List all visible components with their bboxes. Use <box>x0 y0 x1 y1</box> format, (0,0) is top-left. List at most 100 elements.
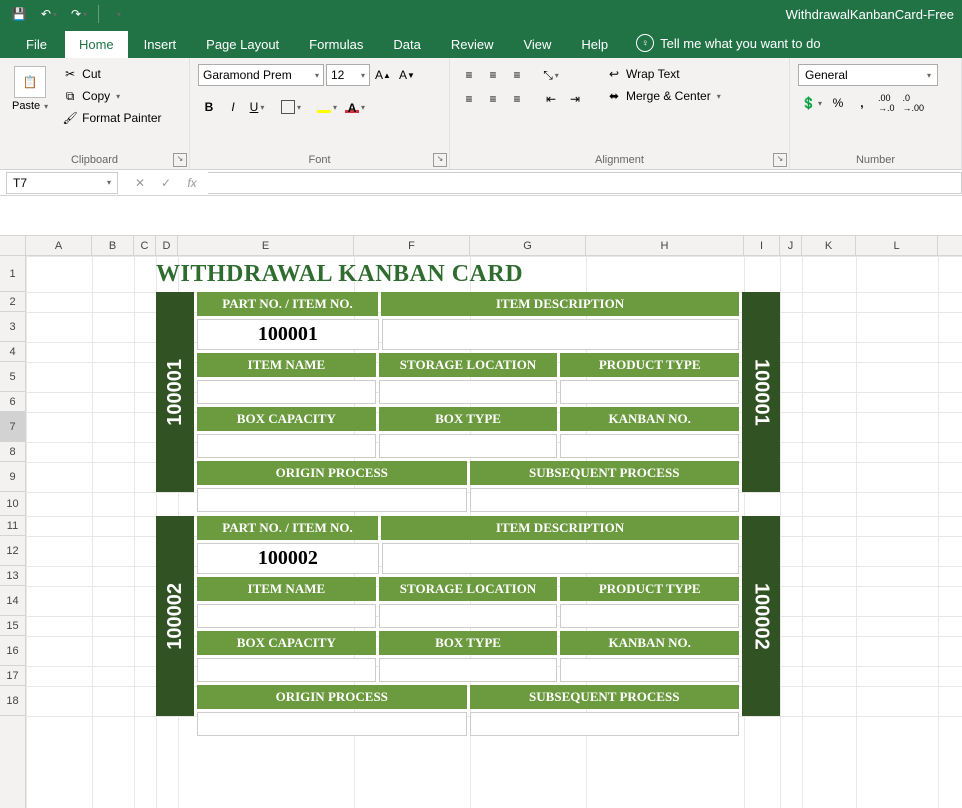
value-box-type[interactable] <box>379 434 558 458</box>
increase-indent-button[interactable]: ⇥ <box>564 88 586 110</box>
insert-function-button[interactable]: fx <box>182 176 202 190</box>
merge-center-button[interactable]: ⬌Merge & Center▾ <box>602 86 725 106</box>
align-left-button[interactable]: ≡ <box>458 88 480 110</box>
dialog-launcher-clipboard[interactable]: ↘ <box>173 153 187 167</box>
value-storage[interactable] <box>379 604 558 628</box>
paste-button[interactable]: 📋 Paste▾ <box>8 64 52 114</box>
align-middle-button[interactable]: ≡ <box>482 64 504 86</box>
cut-button[interactable]: ✂Cut <box>58 64 165 84</box>
value-item-name[interactable] <box>197 604 376 628</box>
row-header[interactable]: 6 <box>0 392 25 412</box>
column-header[interactable]: B <box>92 236 134 255</box>
tab-page-layout[interactable]: Page Layout <box>192 31 293 58</box>
borders-button[interactable]: ▾ <box>278 96 304 118</box>
value-box-cap[interactable] <box>197 434 376 458</box>
select-all-corner[interactable] <box>0 236 26 256</box>
value-storage[interactable] <box>379 380 558 404</box>
redo-button[interactable]: ↷▾ <box>66 2 92 26</box>
tab-file[interactable]: File <box>10 31 63 58</box>
value-origin[interactable] <box>197 488 467 512</box>
column-header[interactable]: A <box>26 236 92 255</box>
row-header[interactable]: 13 <box>0 566 25 586</box>
number-format-combo[interactable]: General▾ <box>798 64 938 86</box>
column-header[interactable]: H <box>586 236 744 255</box>
value-box-type[interactable] <box>379 658 558 682</box>
percent-format-button[interactable]: % <box>827 92 849 114</box>
value-item-desc[interactable] <box>382 543 739 574</box>
decrease-indent-button[interactable]: ⇤ <box>540 88 562 110</box>
dialog-launcher-alignment[interactable]: ↘ <box>773 153 787 167</box>
tab-data[interactable]: Data <box>379 31 434 58</box>
row-header[interactable]: 3 <box>0 312 25 342</box>
value-item-desc[interactable] <box>382 319 739 350</box>
fill-color-button[interactable]: ▾ <box>314 96 340 118</box>
enter-formula-button[interactable]: ✓ <box>156 176 176 190</box>
orientation-button[interactable]: ⤡▾ <box>540 64 562 86</box>
customize-qat-button[interactable]: ▾ <box>105 2 131 26</box>
value-kanban-no[interactable] <box>560 658 739 682</box>
underline-button[interactable]: U▾ <box>246 96 268 118</box>
value-item-name[interactable] <box>197 380 376 404</box>
tell-me-search[interactable]: ♀ Tell me what you want to do <box>624 28 832 58</box>
formula-input[interactable] <box>208 172 962 194</box>
save-button[interactable]: 💾 <box>6 2 32 26</box>
tab-insert[interactable]: Insert <box>130 31 191 58</box>
tab-review[interactable]: Review <box>437 31 508 58</box>
value-part-no[interactable]: 100002 <box>197 543 379 574</box>
value-box-cap[interactable] <box>197 658 376 682</box>
tab-home[interactable]: Home <box>65 31 128 58</box>
value-subseq[interactable] <box>470 488 740 512</box>
row-header[interactable]: 1 <box>0 256 25 292</box>
font-color-button[interactable]: A▾ <box>342 96 368 118</box>
font-size-combo[interactable]: 12▾ <box>326 64 370 86</box>
value-part-no[interactable]: 100001 <box>197 319 379 350</box>
accounting-format-button[interactable]: 💲▾ <box>798 92 825 114</box>
undo-button[interactable]: ↶▾ <box>36 2 62 26</box>
column-header[interactable]: J <box>780 236 802 255</box>
cancel-formula-button[interactable]: ✕ <box>130 176 150 190</box>
tab-formulas[interactable]: Formulas <box>295 31 377 58</box>
row-header[interactable]: 16 <box>0 636 25 666</box>
worksheet[interactable]: WITHDRAWAL KANBAN CARD 100001 PART NO. /… <box>26 256 962 808</box>
tab-view[interactable]: View <box>509 31 565 58</box>
align-bottom-button[interactable]: ≡ <box>506 64 528 86</box>
align-right-button[interactable]: ≡ <box>506 88 528 110</box>
tab-help[interactable]: Help <box>567 31 622 58</box>
align-top-button[interactable]: ≡ <box>458 64 480 86</box>
row-header[interactable]: 12 <box>0 536 25 566</box>
italic-button[interactable]: I <box>222 96 244 118</box>
column-header[interactable]: K <box>802 236 856 255</box>
dialog-launcher-font[interactable]: ↘ <box>433 153 447 167</box>
value-product-type[interactable] <box>560 604 739 628</box>
row-header[interactable]: 2 <box>0 292 25 312</box>
align-center-button[interactable]: ≡ <box>482 88 504 110</box>
comma-format-button[interactable]: , <box>851 92 873 114</box>
column-header[interactable]: G <box>470 236 586 255</box>
row-header[interactable]: 9 <box>0 462 25 492</box>
wrap-text-button[interactable]: ↩Wrap Text <box>602 64 725 84</box>
value-kanban-no[interactable] <box>560 434 739 458</box>
decrease-font-button[interactable]: A▼ <box>396 64 418 86</box>
bold-button[interactable]: B <box>198 96 220 118</box>
increase-decimal-button[interactable]: .00→.0 <box>875 92 898 114</box>
font-name-combo[interactable]: Garamond Prem▾ <box>198 64 324 86</box>
value-subseq[interactable] <box>470 712 740 736</box>
format-painter-button[interactable]: 🖌Format Painter <box>58 108 165 128</box>
row-header[interactable]: 15 <box>0 616 25 636</box>
copy-button[interactable]: ⧉Copy▾ <box>58 86 165 106</box>
name-box[interactable]: T7▾ <box>6 172 118 194</box>
increase-font-button[interactable]: A▲ <box>372 64 394 86</box>
column-header[interactable]: C <box>134 236 156 255</box>
column-header[interactable]: L <box>856 236 938 255</box>
value-product-type[interactable] <box>560 380 739 404</box>
column-header[interactable]: F <box>354 236 470 255</box>
row-header[interactable]: 18 <box>0 686 25 716</box>
column-header[interactable]: I <box>744 236 780 255</box>
row-header[interactable]: 8 <box>0 442 25 462</box>
column-header[interactable]: D <box>156 236 178 255</box>
row-header[interactable]: 10 <box>0 492 25 516</box>
row-header[interactable]: 4 <box>0 342 25 362</box>
column-header[interactable]: E <box>178 236 354 255</box>
value-origin[interactable] <box>197 712 467 736</box>
row-header[interactable]: 17 <box>0 666 25 686</box>
